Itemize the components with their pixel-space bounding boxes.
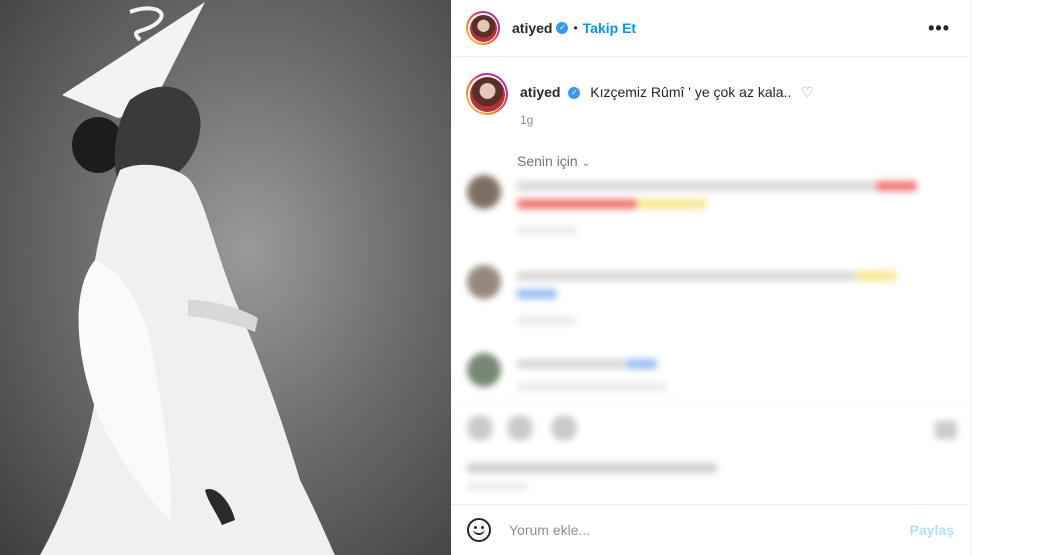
comment-input[interactable] — [507, 521, 891, 539]
add-comment-bar: Paylaş — [451, 504, 970, 555]
post-header: atiyed ✓ • Takip Et ••• — [451, 0, 970, 57]
more-options-icon[interactable]: ••• — [928, 18, 950, 39]
instagram-post: atiyed ✓ • Takip Et ••• atiyed ✓ Kızçemi… — [0, 0, 971, 555]
avatar[interactable] — [466, 11, 500, 45]
heart-outline-icon[interactable]: ♡ — [801, 84, 814, 101]
photo-illustration — [40, 2, 335, 555]
verified-badge-icon: ✓ — [556, 22, 569, 34]
blurred-comments — [451, 165, 970, 505]
smile-icon[interactable] — [467, 518, 491, 542]
caption-username[interactable]: atiyed — [520, 84, 560, 100]
caption-text: Kızçemiz Rûmî ' ye çok az kala.. — [590, 84, 792, 100]
post-comment-button[interactable]: Paylaş — [910, 522, 954, 538]
caption-avatar[interactable] — [466, 73, 508, 115]
post-caption: atiyed ✓ Kızçemiz Rûmî ' ye çok az kala.… — [451, 57, 970, 127]
verified-badge-icon: ✓ — [568, 87, 581, 100]
post-side-panel: atiyed ✓ • Takip Et ••• atiyed ✓ Kızçemi… — [451, 0, 970, 555]
header-username[interactable]: atiyed — [512, 20, 552, 36]
follow-button[interactable]: Takip Et — [583, 20, 636, 36]
post-time: 1g — [520, 113, 534, 127]
separator-dot: • — [573, 21, 578, 35]
post-photo[interactable] — [0, 0, 451, 555]
